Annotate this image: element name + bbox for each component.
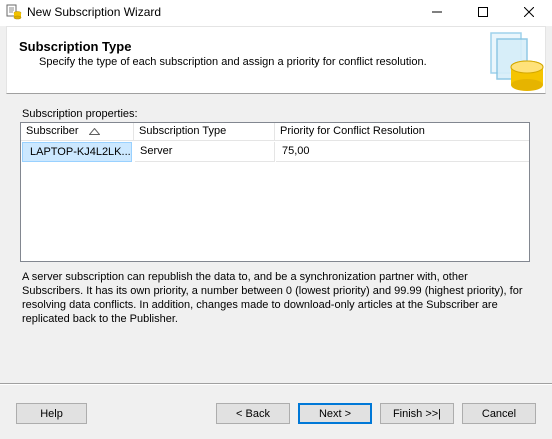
priority-cell[interactable]: 75,00 bbox=[276, 142, 529, 162]
wizard-header: Subscription Type Specify the type of ea… bbox=[6, 26, 546, 94]
column-header-label: Subscriber bbox=[26, 125, 79, 137]
maximize-icon bbox=[478, 7, 488, 17]
column-header-priority[interactable]: Priority for Conflict Resolution bbox=[275, 123, 529, 141]
subscription-type-cell[interactable]: Server bbox=[135, 142, 275, 162]
column-header-label: Subscription Type bbox=[139, 125, 227, 137]
help-button[interactable]: Help bbox=[16, 403, 87, 424]
column-header-subscriber[interactable]: Subscriber bbox=[21, 123, 134, 141]
page-title: Subscription Type bbox=[19, 39, 132, 54]
minimize-button[interactable] bbox=[414, 0, 460, 24]
next-button[interactable]: Next > bbox=[298, 403, 372, 424]
close-button[interactable] bbox=[506, 0, 552, 24]
sort-ascending-icon bbox=[89, 128, 100, 135]
column-header-subscription-type[interactable]: Subscription Type bbox=[134, 123, 275, 141]
title-bar: New Subscription Wizard bbox=[0, 0, 552, 26]
database-cylinder-icon bbox=[487, 29, 545, 91]
column-header-label: Priority for Conflict Resolution bbox=[280, 125, 425, 137]
grid-header: Subscriber Subscription Type Priority fo… bbox=[21, 123, 529, 141]
back-button[interactable]: < Back bbox=[216, 403, 290, 424]
close-icon bbox=[524, 7, 534, 17]
page-subtitle: Specify the type of each subscription an… bbox=[39, 56, 427, 68]
wizard-app-icon bbox=[6, 4, 22, 20]
minimize-icon bbox=[432, 11, 442, 13]
subscription-properties-grid[interactable]: Subscriber Subscription Type Priority fo… bbox=[20, 122, 530, 262]
table-row[interactable]: LAPTOP-KJ4L2LK... Server 75,00 bbox=[21, 142, 529, 162]
window-title: New Subscription Wizard bbox=[27, 5, 162, 19]
footer-divider bbox=[0, 383, 552, 385]
subscription-properties-label: Subscription properties: bbox=[22, 108, 138, 120]
cancel-button[interactable]: Cancel bbox=[462, 403, 536, 424]
maximize-button[interactable] bbox=[460, 0, 506, 24]
subscriber-cell[interactable]: LAPTOP-KJ4L2LK... bbox=[22, 142, 132, 162]
subscription-type-description: A server subscription can republish the … bbox=[22, 271, 523, 325]
finish-button[interactable]: Finish >>| bbox=[380, 403, 454, 424]
